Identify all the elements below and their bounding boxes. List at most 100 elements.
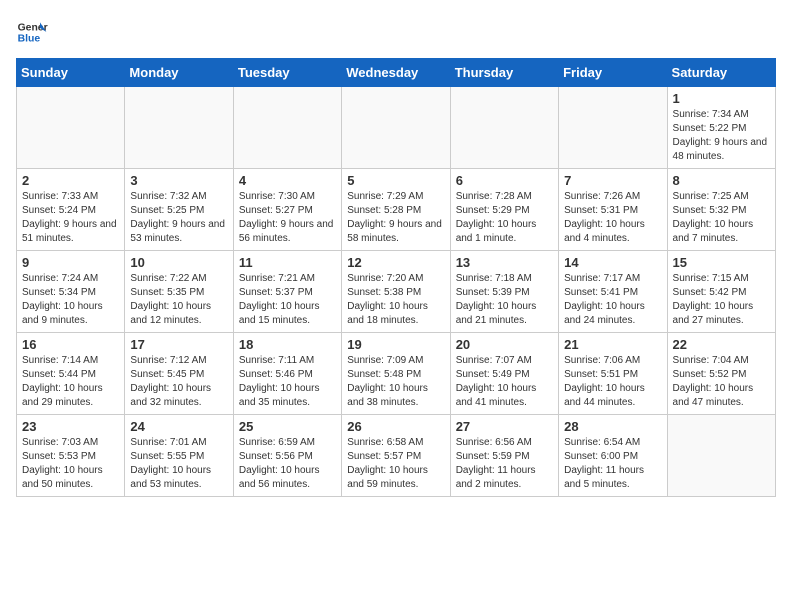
- day-info: Sunrise: 7:07 AM Sunset: 5:49 PM Dayligh…: [456, 354, 553, 410]
- weekday-header-cell: Thursday: [450, 59, 558, 87]
- day-info: Sunrise: 7:17 AM Sunset: 5:41 PM Dayligh…: [564, 272, 661, 328]
- calendar-day-cell: 13 Sunrise: 7:18 AM Sunset: 5:39 PM Dayli…: [450, 251, 558, 333]
- weekday-header-cell: Monday: [125, 59, 233, 87]
- calendar-week-row: 16 Sunrise: 7:14 AM Sunset: 5:44 PM Dayli…: [17, 333, 776, 415]
- calendar-day-cell: 17 Sunrise: 7:12 AM Sunset: 5:45 PM Dayli…: [125, 333, 233, 415]
- day-number: 7: [564, 173, 661, 188]
- day-info: Sunrise: 6:58 AM Sunset: 5:57 PM Dayligh…: [347, 436, 444, 492]
- day-info: Sunrise: 7:29 AM Sunset: 5:28 PM Dayligh…: [347, 190, 444, 246]
- day-info: Sunrise: 7:22 AM Sunset: 5:35 PM Dayligh…: [130, 272, 227, 328]
- day-info: Sunrise: 7:28 AM Sunset: 5:29 PM Dayligh…: [456, 190, 553, 246]
- logo: General Blue: [16, 16, 48, 48]
- calendar-body: 1Sunrise: 7:34 AM Sunset: 5:22 PM Daylig…: [17, 87, 776, 497]
- svg-text:Blue: Blue: [18, 34, 41, 45]
- calendar-day-cell: [125, 87, 233, 169]
- day-number: 4: [239, 173, 336, 188]
- calendar-day-cell: 11 Sunrise: 7:21 AM Sunset: 5:37 PM Dayli…: [233, 251, 341, 333]
- calendar-table: SundayMondayTuesdayWednesdayThursdayFrid…: [16, 58, 776, 497]
- calendar-day-cell: 12 Sunrise: 7:20 AM Sunset: 5:38 PM Dayli…: [342, 251, 450, 333]
- weekday-header-cell: Friday: [559, 59, 667, 87]
- calendar-day-cell: 26 Sunrise: 6:58 AM Sunset: 5:57 PM Dayli…: [342, 415, 450, 497]
- calendar-week-row: 1Sunrise: 7:34 AM Sunset: 5:22 PM Daylig…: [17, 87, 776, 169]
- day-info: Sunrise: 7:04 AM Sunset: 5:52 PM Dayligh…: [673, 354, 770, 410]
- weekday-header-cell: Saturday: [667, 59, 775, 87]
- day-number: 8: [673, 173, 770, 188]
- day-info: Sunrise: 7:24 AM Sunset: 5:34 PM Dayligh…: [22, 272, 119, 328]
- day-number: 6: [456, 173, 553, 188]
- day-number: 3: [130, 173, 227, 188]
- day-info: Sunrise: 7:34 AM Sunset: 5:22 PM Dayligh…: [673, 108, 770, 164]
- day-number: 24: [130, 419, 227, 434]
- calendar-day-cell: 6 Sunrise: 7:28 AM Sunset: 5:29 PM Daylig…: [450, 169, 558, 251]
- day-number: 15: [673, 255, 770, 270]
- day-info: Sunrise: 7:15 AM Sunset: 5:42 PM Dayligh…: [673, 272, 770, 328]
- calendar-day-cell: 9 Sunrise: 7:24 AM Sunset: 5:34 PM Daylig…: [17, 251, 125, 333]
- day-info: Sunrise: 6:54 AM Sunset: 6:00 PM Dayligh…: [564, 436, 661, 492]
- day-number: 26: [347, 419, 444, 434]
- calendar-day-cell: 8 Sunrise: 7:25 AM Sunset: 5:32 PM Daylig…: [667, 169, 775, 251]
- day-info: Sunrise: 7:25 AM Sunset: 5:32 PM Dayligh…: [673, 190, 770, 246]
- day-info: Sunrise: 7:18 AM Sunset: 5:39 PM Dayligh…: [456, 272, 553, 328]
- day-number: 19: [347, 337, 444, 352]
- day-number: 27: [456, 419, 553, 434]
- calendar-week-row: 2 Sunrise: 7:33 AM Sunset: 5:24 PM Daylig…: [17, 169, 776, 251]
- day-number: 16: [22, 337, 119, 352]
- calendar-day-cell: [450, 87, 558, 169]
- day-info: Sunrise: 7:20 AM Sunset: 5:38 PM Dayligh…: [347, 272, 444, 328]
- weekday-header-cell: Tuesday: [233, 59, 341, 87]
- day-info: Sunrise: 7:09 AM Sunset: 5:48 PM Dayligh…: [347, 354, 444, 410]
- day-number: 28: [564, 419, 661, 434]
- day-info: Sunrise: 7:12 AM Sunset: 5:45 PM Dayligh…: [130, 354, 227, 410]
- day-number: 14: [564, 255, 661, 270]
- calendar-day-cell: 4 Sunrise: 7:30 AM Sunset: 5:27 PM Daylig…: [233, 169, 341, 251]
- calendar-day-cell: 23 Sunrise: 7:03 AM Sunset: 5:53 PM Dayli…: [17, 415, 125, 497]
- day-number: 17: [130, 337, 227, 352]
- calendar-day-cell: 25 Sunrise: 6:59 AM Sunset: 5:56 PM Dayli…: [233, 415, 341, 497]
- calendar-week-row: 9 Sunrise: 7:24 AM Sunset: 5:34 PM Daylig…: [17, 251, 776, 333]
- day-info: Sunrise: 7:06 AM Sunset: 5:51 PM Dayligh…: [564, 354, 661, 410]
- calendar-week-row: 23 Sunrise: 7:03 AM Sunset: 5:53 PM Dayli…: [17, 415, 776, 497]
- day-number: 9: [22, 255, 119, 270]
- calendar-day-cell: [667, 415, 775, 497]
- calendar-day-cell: [559, 87, 667, 169]
- calendar-day-cell: 19 Sunrise: 7:09 AM Sunset: 5:48 PM Dayli…: [342, 333, 450, 415]
- calendar-day-cell: 20 Sunrise: 7:07 AM Sunset: 5:49 PM Dayli…: [450, 333, 558, 415]
- day-number: 22: [673, 337, 770, 352]
- calendar-day-cell: 2 Sunrise: 7:33 AM Sunset: 5:24 PM Daylig…: [17, 169, 125, 251]
- weekday-header-row: SundayMondayTuesdayWednesdayThursdayFrid…: [17, 59, 776, 87]
- calendar-day-cell: 22 Sunrise: 7:04 AM Sunset: 5:52 PM Dayli…: [667, 333, 775, 415]
- day-number: 10: [130, 255, 227, 270]
- day-number: 25: [239, 419, 336, 434]
- calendar-day-cell: 14 Sunrise: 7:17 AM Sunset: 5:41 PM Dayli…: [559, 251, 667, 333]
- day-info: Sunrise: 7:01 AM Sunset: 5:55 PM Dayligh…: [130, 436, 227, 492]
- day-info: Sunrise: 7:21 AM Sunset: 5:37 PM Dayligh…: [239, 272, 336, 328]
- day-number: 12: [347, 255, 444, 270]
- weekday-header-cell: Wednesday: [342, 59, 450, 87]
- day-info: Sunrise: 7:14 AM Sunset: 5:44 PM Dayligh…: [22, 354, 119, 410]
- calendar-day-cell: 21 Sunrise: 7:06 AM Sunset: 5:51 PM Dayli…: [559, 333, 667, 415]
- calendar-day-cell: [17, 87, 125, 169]
- day-info: Sunrise: 7:33 AM Sunset: 5:24 PM Dayligh…: [22, 190, 119, 246]
- calendar-day-cell: 7 Sunrise: 7:26 AM Sunset: 5:31 PM Daylig…: [559, 169, 667, 251]
- day-number: 18: [239, 337, 336, 352]
- logo-icon: General Blue: [16, 16, 48, 48]
- day-number: 20: [456, 337, 553, 352]
- page-header: General Blue: [16, 16, 776, 48]
- calendar-day-cell: [233, 87, 341, 169]
- day-number: 13: [456, 255, 553, 270]
- day-info: Sunrise: 7:30 AM Sunset: 5:27 PM Dayligh…: [239, 190, 336, 246]
- day-info: Sunrise: 6:59 AM Sunset: 5:56 PM Dayligh…: [239, 436, 336, 492]
- weekday-header-cell: Sunday: [17, 59, 125, 87]
- calendar-day-cell: 27Sunrise: 6:56 AM Sunset: 5:59 PM Dayli…: [450, 415, 558, 497]
- day-number: 23: [22, 419, 119, 434]
- calendar-day-cell: 18 Sunrise: 7:11 AM Sunset: 5:46 PM Dayli…: [233, 333, 341, 415]
- day-info: Sunrise: 7:03 AM Sunset: 5:53 PM Dayligh…: [22, 436, 119, 492]
- calendar-day-cell: 1Sunrise: 7:34 AM Sunset: 5:22 PM Daylig…: [667, 87, 775, 169]
- day-number: 2: [22, 173, 119, 188]
- day-info: Sunrise: 7:32 AM Sunset: 5:25 PM Dayligh…: [130, 190, 227, 246]
- day-number: 11: [239, 255, 336, 270]
- day-number: 21: [564, 337, 661, 352]
- day-info: Sunrise: 7:26 AM Sunset: 5:31 PM Dayligh…: [564, 190, 661, 246]
- calendar-day-cell: 10 Sunrise: 7:22 AM Sunset: 5:35 PM Dayli…: [125, 251, 233, 333]
- day-info: Sunrise: 7:11 AM Sunset: 5:46 PM Dayligh…: [239, 354, 336, 410]
